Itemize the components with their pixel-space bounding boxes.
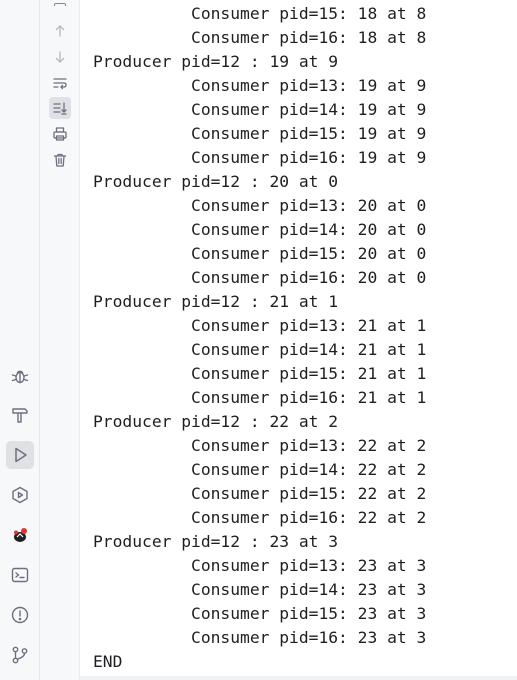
scroll-up-icon (55, 25, 65, 37)
console-line: Consumer pid=14: 20 at 0 (93, 220, 427, 239)
console-line: END (93, 652, 123, 671)
problems-icon (11, 606, 29, 624)
console-line: Consumer pid=16: 19 at 9 (93, 148, 427, 167)
console-line: Consumer pid=16: 21 at 1 (93, 388, 427, 407)
console-actions-strip (40, 0, 80, 680)
console-line: Consumer pid=15: 19 at 9 (93, 124, 427, 143)
console-line: Consumer pid=14: 22 at 2 (93, 460, 427, 479)
console-line: Consumer pid=14: 23 at 3 (93, 580, 427, 599)
clear-all-button[interactable] (49, 149, 71, 171)
scroll-up-button[interactable] (49, 20, 71, 42)
toolbar-cut-icon (54, 3, 66, 6)
bottom-border (80, 676, 517, 680)
debug-icon (11, 370, 29, 384)
console-line: Consumer pid=14: 21 at 1 (93, 340, 427, 359)
scroll-down-icon (55, 51, 65, 63)
console-line: Consumer pid=13: 22 at 2 (93, 436, 427, 455)
build-tool-button[interactable] (6, 401, 34, 429)
console-line: Consumer pid=16: 20 at 0 (93, 268, 427, 287)
console-line: Consumer pid=15: 23 at 3 (93, 604, 427, 623)
console-line: Consumer pid=15: 21 at 1 (93, 364, 427, 383)
plugin-bug-icon (14, 528, 27, 542)
console-line: Consumer pid=14: 19 at 9 (93, 100, 427, 119)
console-line: Producer pid=12 : 19 at 9 (93, 52, 339, 71)
build-hammer-icon (12, 408, 28, 423)
console-line: Consumer pid=15: 20 at 0 (93, 244, 427, 263)
console-lines: Consumer pid=15: 18 at 8 Consumer pid=16… (93, 2, 426, 674)
ide-run-window: Consumer pid=15: 18 at 8 Consumer pid=16… (0, 0, 517, 680)
print-icon (53, 127, 67, 141)
console-line: Consumer pid=13: 19 at 9 (93, 76, 427, 95)
terminal-icon (11, 567, 29, 583)
console-line: Consumer pid=15: 18 at 8 (93, 4, 427, 23)
git-tool-button[interactable] (6, 641, 34, 669)
services-tool-button[interactable] (6, 481, 34, 509)
console-line: Consumer pid=16: 22 at 2 (93, 508, 427, 527)
console-line: Producer pid=12 : 20 at 0 (93, 172, 339, 191)
plugin-tool-button[interactable] (6, 521, 34, 549)
console-line: Consumer pid=13: 21 at 1 (93, 316, 427, 335)
tool-window-strip (0, 0, 40, 680)
services-icon (12, 486, 28, 504)
soft-wrap-button[interactable] (49, 72, 71, 94)
scroll-to-end-icon (53, 102, 67, 115)
console-line: Consumer pid=16: 18 at 8 (93, 28, 427, 47)
console-line: Producer pid=12 : 23 at 3 (93, 532, 339, 551)
terminal-tool-button[interactable] (6, 561, 34, 589)
scroll-to-end-button[interactable] (49, 97, 71, 119)
debug-tool-button[interactable] (6, 362, 34, 390)
clear-all-icon (53, 153, 67, 167)
run-tool-button[interactable] (6, 441, 34, 469)
git-icon (12, 646, 28, 664)
scroll-down-button[interactable] (49, 46, 71, 68)
console-line: Consumer pid=13: 23 at 3 (93, 556, 427, 575)
print-button[interactable] (49, 123, 71, 145)
console-line: Producer pid=12 : 21 at 1 (93, 292, 339, 311)
run-icon (15, 447, 27, 463)
console-line: Consumer pid=13: 20 at 0 (93, 196, 427, 215)
console-output[interactable]: Consumer pid=15: 18 at 8 Consumer pid=16… (80, 0, 517, 680)
console-line: Consumer pid=15: 22 at 2 (93, 484, 427, 503)
console-line: Consumer pid=16: 23 at 3 (93, 628, 427, 647)
soft-wrap-icon (53, 78, 67, 90)
console-line: Producer pid=12 : 22 at 2 (93, 412, 339, 431)
problems-tool-button[interactable] (6, 601, 34, 629)
